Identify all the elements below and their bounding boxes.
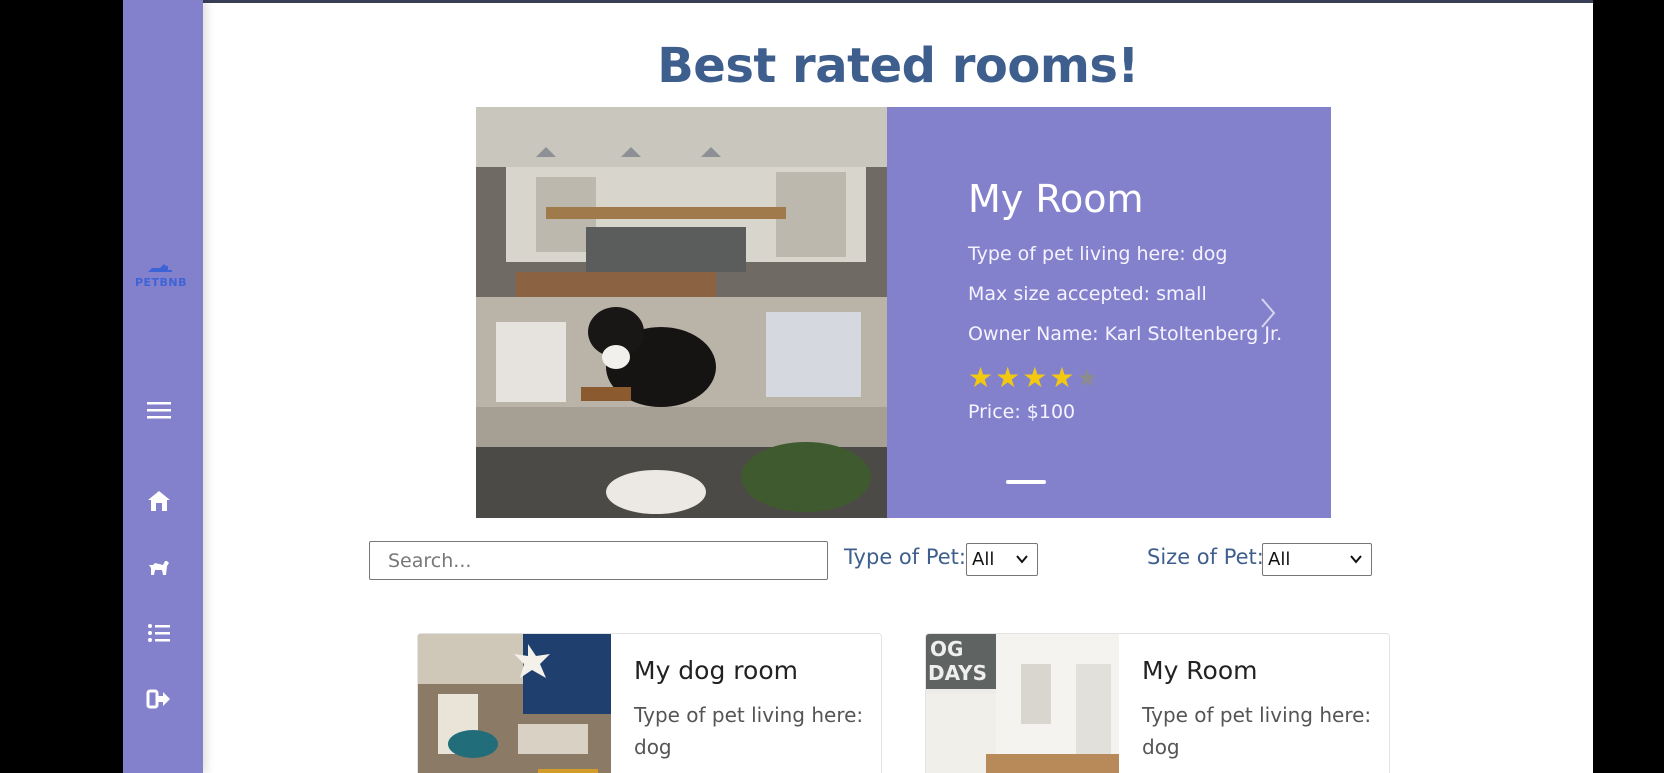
app-window: PETBNB Best rated rooms! My Room Type of… [123,0,1593,773]
room-card-body: My dog room Type of pet living here: dog [634,656,869,763]
home-icon[interactable] [143,485,175,517]
type-of-pet-label: Type of Pet: [844,545,966,569]
star-empty-icon: ★ [1076,364,1098,392]
star-rating: ★ ★ ★ ★ ★ [968,363,1308,393]
menu-icon[interactable] [143,394,175,426]
size-of-pet-label: Size of Pet: [1147,545,1264,569]
room-card[interactable]: OG DAYS My Room Type of pet living here:… [925,633,1390,773]
featured-room-carousel: My Room Type of pet living here: dog Max… [476,107,1331,518]
chevron-down-icon [1016,555,1028,564]
star-icon: ★ [968,361,994,394]
room-card-photo [418,634,611,773]
sidebar: PETBNB [123,0,203,773]
page-title: Best rated rooms! [657,38,1139,94]
svg-text:OG: OG [930,637,963,661]
room-card-pet-type: Type of pet living here: dog [1142,703,1372,759]
room-card-body: My Room Type of pet living here: dog [1142,656,1377,763]
type-of-pet-select[interactable]: All [966,543,1038,576]
logo-text: PETBNB [134,276,188,289]
room-card-pet-type: Type of pet living here: dog [634,703,864,759]
star-icon: ★ [1022,361,1048,394]
type-of-pet-value: All [972,549,995,570]
featured-room-pet-type: Type of pet living here: dog [968,243,1228,265]
size-of-pet-select[interactable]: All [1262,543,1372,576]
pet-icon[interactable] [143,551,175,583]
logout-icon[interactable] [143,683,175,715]
room-card[interactable]: My dog room Type of pet living here: dog [417,633,882,773]
room-card-title: My Room [1142,656,1258,685]
svg-text:DAYS: DAYS [928,661,987,685]
petbnb-logo[interactable]: PETBNB [129,262,193,296]
star-icon: ★ [1049,361,1075,394]
carousel-next-icon[interactable] [1254,293,1282,333]
logo-dog-icon [129,262,193,277]
carousel-indicator[interactable] [1006,480,1046,484]
room-card-photo: OG DAYS [926,634,1119,773]
featured-room-price: Price: $100 [968,401,1076,423]
featured-room-photo [476,107,887,518]
search-input[interactable] [369,541,828,580]
room-card-title: My dog room [634,656,798,685]
size-of-pet-value: All [1268,549,1291,570]
featured-room-title: My Room [968,177,1144,221]
list-icon[interactable] [143,617,175,649]
screen-frame: PETBNB Best rated rooms! My Room Type of… [0,0,1664,773]
chevron-down-icon [1350,555,1362,564]
star-icon: ★ [995,361,1021,394]
top-border [123,0,1593,3]
